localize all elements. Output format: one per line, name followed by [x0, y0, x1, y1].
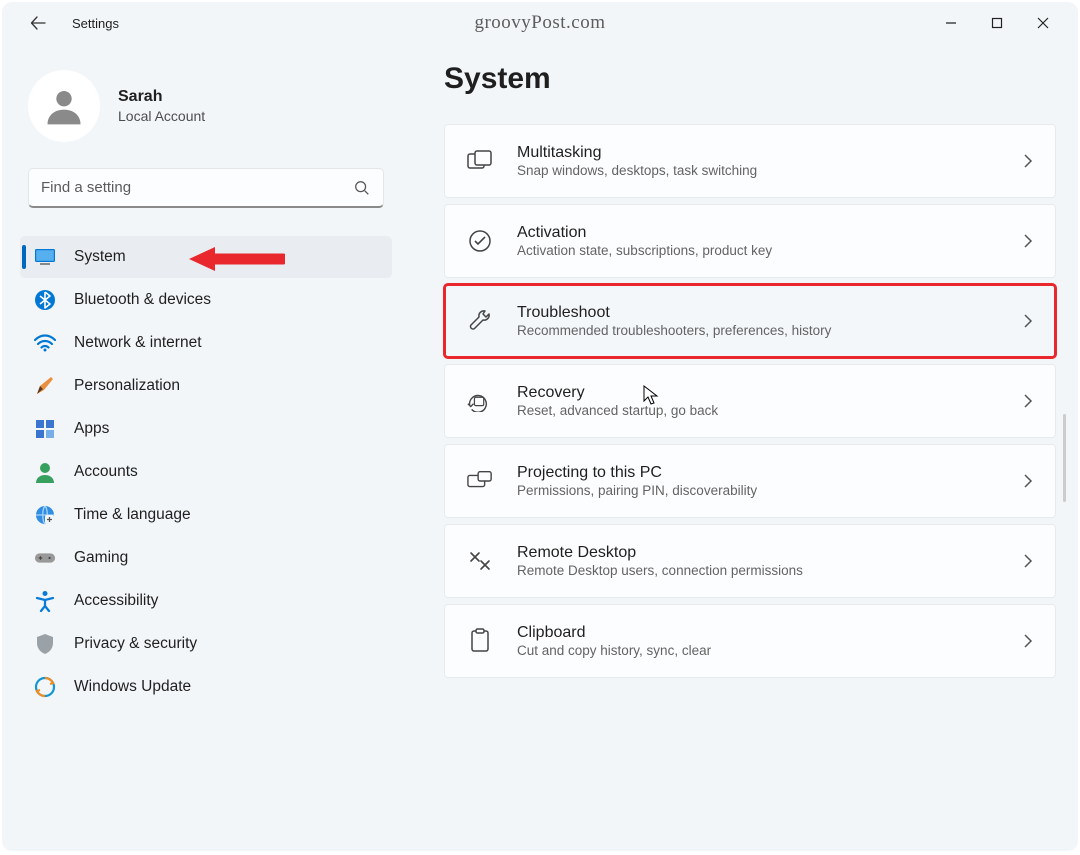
sidebar-item-label: Network & internet [74, 334, 202, 352]
card-clipboard[interactable]: Clipboard Cut and copy history, sync, cl… [444, 604, 1056, 678]
update-icon [34, 676, 56, 698]
card-title: Activation [517, 224, 999, 242]
sidebar-item-label: Time & language [74, 506, 191, 524]
card-subtitle: Reset, advanced startup, go back [517, 403, 999, 418]
chevron-right-icon [1023, 153, 1033, 169]
card-subtitle: Cut and copy history, sync, clear [517, 643, 999, 658]
recovery-icon [467, 388, 493, 414]
shield-icon [34, 633, 56, 655]
accessibility-icon [34, 590, 56, 612]
search-box[interactable] [28, 168, 384, 208]
card-title: Recovery [517, 384, 999, 402]
sidebar-item-windows-update[interactable]: Windows Update [20, 666, 392, 708]
chevron-right-icon [1023, 553, 1033, 569]
card-subtitle: Remote Desktop users, connection permiss… [517, 563, 999, 578]
minimize-icon [945, 17, 957, 29]
avatar [28, 70, 100, 142]
sidebar-item-label: Windows Update [74, 678, 191, 696]
brush-icon [34, 375, 56, 397]
sidebar-item-personalization[interactable]: Personalization [20, 365, 392, 407]
profile-name: Sarah [118, 88, 205, 106]
chevron-right-icon [1023, 233, 1033, 249]
sidebar-item-label: Personalization [74, 377, 180, 395]
close-button[interactable] [1020, 4, 1066, 42]
window-controls [928, 4, 1066, 42]
titlebar: Settings groovyPost.com [2, 2, 1078, 44]
sidebar-item-label: Bluetooth & devices [74, 291, 211, 309]
check-circle-icon [467, 228, 493, 254]
card-subtitle: Permissions, pairing PIN, discoverabilit… [517, 483, 999, 498]
sidebar-item-network[interactable]: Network & internet [20, 322, 392, 364]
card-title: Projecting to this PC [517, 464, 999, 482]
sidebar-item-apps[interactable]: Apps [20, 408, 392, 450]
project-icon [467, 468, 493, 494]
scrollbar-thumb[interactable] [1063, 414, 1066, 502]
card-title: Troubleshoot [517, 304, 999, 322]
sidebar-item-time-language[interactable]: Time & language [20, 494, 392, 536]
system-icon [34, 246, 56, 268]
card-remote-desktop[interactable]: Remote Desktop Remote Desktop users, con… [444, 524, 1056, 598]
search-input[interactable] [41, 179, 353, 196]
card-subtitle: Snap windows, desktops, task switching [517, 163, 999, 178]
clipboard-icon [467, 628, 493, 654]
sidebar-item-bluetooth[interactable]: Bluetooth & devices [20, 279, 392, 321]
search-icon [353, 179, 371, 197]
wifi-icon [34, 332, 56, 354]
person-icon [42, 84, 86, 128]
wrench-icon [467, 308, 493, 334]
sidebar-item-privacy[interactable]: Privacy & security [20, 623, 392, 665]
sidebar-item-accessibility[interactable]: Accessibility [20, 580, 392, 622]
chevron-right-icon [1023, 473, 1033, 489]
card-title: Clipboard [517, 624, 999, 642]
remote-icon [467, 548, 493, 574]
maximize-button[interactable] [974, 4, 1020, 42]
sidebar-item-gaming[interactable]: Gaming [20, 537, 392, 579]
settings-window: Settings groovyPost.com Sarah Local Acco… [2, 2, 1078, 851]
card-activation[interactable]: Activation Activation state, subscriptio… [444, 204, 1056, 278]
arrow-left-icon [30, 15, 46, 31]
sidebar-item-label: Accessibility [74, 592, 158, 610]
card-multitasking[interactable]: Multitasking Snap windows, desktops, tas… [444, 124, 1056, 198]
chevron-right-icon [1023, 313, 1033, 329]
sidebar: Sarah Local Account System [2, 44, 402, 851]
sidebar-item-label: Accounts [74, 463, 138, 481]
person-icon [34, 461, 56, 483]
body-area: Sarah Local Account System [2, 44, 1078, 851]
window-title: Settings [72, 16, 119, 31]
chevron-right-icon [1023, 393, 1033, 409]
profile-block[interactable]: Sarah Local Account [28, 70, 392, 142]
card-title: Remote Desktop [517, 544, 999, 562]
sidebar-item-system[interactable]: System [20, 236, 392, 278]
maximize-icon [991, 17, 1003, 29]
sidebar-item-accounts[interactable]: Accounts [20, 451, 392, 493]
multitask-icon [467, 148, 493, 174]
bluetooth-icon [34, 289, 56, 311]
globe-icon [34, 504, 56, 526]
card-projecting[interactable]: Projecting to this PC Permissions, pairi… [444, 444, 1056, 518]
watermark-text: groovyPost.com [474, 12, 605, 34]
sidebar-item-label: Gaming [74, 549, 128, 567]
chevron-right-icon [1023, 633, 1033, 649]
card-subtitle: Recommended troubleshooters, preferences… [517, 323, 999, 338]
minimize-button[interactable] [928, 4, 974, 42]
card-subtitle: Activation state, subscriptions, product… [517, 243, 999, 258]
gamepad-icon [34, 547, 56, 569]
page-title: System [444, 62, 1056, 96]
sidebar-item-label: Privacy & security [74, 635, 197, 653]
card-title: Multitasking [517, 144, 999, 162]
apps-icon [34, 418, 56, 440]
back-button[interactable] [20, 5, 56, 41]
close-icon [1037, 17, 1049, 29]
card-recovery[interactable]: Recovery Reset, advanced startup, go bac… [444, 364, 1056, 438]
sidebar-item-label: Apps [74, 420, 109, 438]
sidebar-item-label: System [74, 248, 126, 266]
nav-list: System Bluetooth & devices Network & int… [20, 236, 392, 708]
profile-account-type: Local Account [118, 108, 205, 124]
card-troubleshoot[interactable]: Troubleshoot Recommended troubleshooters… [444, 284, 1056, 358]
content-area: System Multitasking Snap windows, deskto… [402, 44, 1078, 851]
